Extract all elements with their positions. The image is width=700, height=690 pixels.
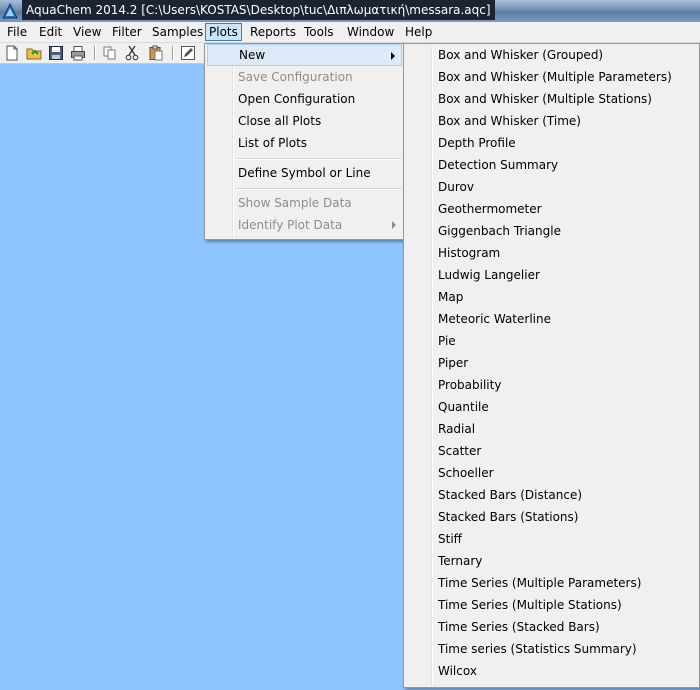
new-plot-geothermometer[interactable]: Geothermometer (406, 198, 697, 220)
menu-view[interactable]: View (70, 24, 104, 40)
menu-item-label: Save Configuration (238, 70, 353, 84)
menu-bar: File Edit View Filter Samples Plots Repo… (0, 22, 700, 43)
new-plot-scatter[interactable]: Scatter (406, 440, 697, 462)
plots-menu-close-all-plots[interactable]: Close all Plots (207, 110, 402, 132)
new-plot-stiff[interactable]: Stiff (406, 528, 697, 550)
new-plot-detection-summary[interactable]: Detection Summary (406, 154, 697, 176)
edit-icon[interactable] (180, 45, 196, 61)
open-folder-icon[interactable] (26, 45, 42, 61)
new-plot-submenu: Box and Whisker (Grouped) Box and Whiske… (403, 43, 700, 688)
menu-samples[interactable]: Samples (149, 24, 206, 40)
new-plot-durov[interactable]: Durov (406, 176, 697, 198)
menu-item-label: Define Symbol or Line (238, 166, 371, 180)
new-plot-probability[interactable]: Probability (406, 374, 697, 396)
plots-menu-show-sample-data: Show Sample Data (207, 192, 402, 214)
menu-edit[interactable]: Edit (36, 24, 65, 40)
menu-item-label: Open Configuration (238, 92, 356, 106)
menu-tools[interactable]: Tools (301, 24, 337, 40)
new-plot-time-series-multiple-parameters[interactable]: Time Series (Multiple Parameters) (406, 572, 697, 594)
new-plot-time-series-statistics-summary[interactable]: Time series (Statistics Summary) (406, 638, 697, 660)
copy-icon[interactable] (102, 45, 118, 61)
new-plot-ludwig-langelier[interactable]: Ludwig Langelier (406, 264, 697, 286)
menu-window[interactable]: Window (344, 24, 397, 40)
new-plot-schoeller[interactable]: Schoeller (406, 462, 697, 484)
new-plot-quantile[interactable]: Quantile (406, 396, 697, 418)
new-plot-time-series-multiple-stations[interactable]: Time Series (Multiple Stations) (406, 594, 697, 616)
submenu-arrow-icon (392, 221, 396, 229)
menu-filter[interactable]: Filter (109, 24, 145, 40)
new-plot-map[interactable]: Map (406, 286, 697, 308)
plots-menu-save-configuration: Save Configuration (207, 66, 402, 88)
menu-file[interactable]: File (4, 24, 30, 40)
menu-separator (235, 188, 402, 190)
plots-menu-list-of-plots[interactable]: List of Plots (207, 132, 402, 154)
new-plot-stacked-bars-distance[interactable]: Stacked Bars (Distance) (406, 484, 697, 506)
aquachem-app-icon[interactable] (2, 3, 18, 19)
new-plot-giggenbach-triangle[interactable]: Giggenbach Triangle (406, 220, 697, 242)
title-bar: AquaChem 2014.2 [C:\Users\KOSTAS\Desktop… (0, 0, 700, 22)
new-plot-box-whisker-grouped[interactable]: Box and Whisker (Grouped) (406, 44, 697, 66)
plots-menu-open-configuration[interactable]: Open Configuration (207, 88, 402, 110)
menu-item-label: Identify Plot Data (238, 218, 343, 232)
new-plot-radial[interactable]: Radial (406, 418, 697, 440)
menu-separator (235, 158, 402, 160)
toolbar-separator (172, 46, 174, 60)
new-plot-piper[interactable]: Piper (406, 352, 697, 374)
new-plot-pie[interactable]: Pie (406, 330, 697, 352)
save-icon[interactable] (48, 45, 64, 61)
plots-menu-define-symbol-or-line[interactable]: Define Symbol or Line (207, 162, 402, 184)
menu-item-label: Show Sample Data (238, 196, 352, 210)
cut-icon[interactable] (124, 45, 140, 61)
new-plot-ternary[interactable]: Ternary (406, 550, 697, 572)
print-icon[interactable] (70, 45, 86, 61)
plots-menu-new[interactable]: New (207, 44, 402, 66)
menu-plots[interactable]: Plots (205, 23, 242, 41)
menu-item-label: New (239, 48, 266, 62)
new-plot-stacked-bars-stations[interactable]: Stacked Bars (Stations) (406, 506, 697, 528)
new-plot-meteoric-waterline[interactable]: Meteoric Waterline (406, 308, 697, 330)
paste-icon[interactable] (148, 45, 164, 61)
submenu-arrow-icon (391, 52, 395, 60)
menu-reports[interactable]: Reports (247, 24, 299, 40)
new-plot-box-whisker-multiple-stations[interactable]: Box and Whisker (Multiple Stations) (406, 88, 697, 110)
new-plot-wilcox[interactable]: Wilcox (406, 660, 697, 682)
menu-help[interactable]: Help (402, 24, 435, 40)
menu-item-label: Close all Plots (238, 114, 322, 128)
new-plot-histogram[interactable]: Histogram (406, 242, 697, 264)
window-title: AquaChem 2014.2 [C:\Users\KOSTAS\Desktop… (22, 0, 495, 20)
toolbar-separator (94, 46, 96, 60)
new-plot-depth-profile[interactable]: Depth Profile (406, 132, 697, 154)
new-plot-time-series-stacked-bars[interactable]: Time Series (Stacked Bars) (406, 616, 697, 638)
new-plot-box-whisker-time[interactable]: Box and Whisker (Time) (406, 110, 697, 132)
menu-item-label: List of Plots (238, 136, 308, 150)
new-plot-box-whisker-multiple-parameters[interactable]: Box and Whisker (Multiple Parameters) (406, 66, 697, 88)
new-file-icon[interactable] (4, 45, 20, 61)
plots-menu-identify-plot-data: Identify Plot Data (207, 214, 402, 236)
plots-menu: New Save Configuration Open Configuratio… (204, 43, 405, 240)
